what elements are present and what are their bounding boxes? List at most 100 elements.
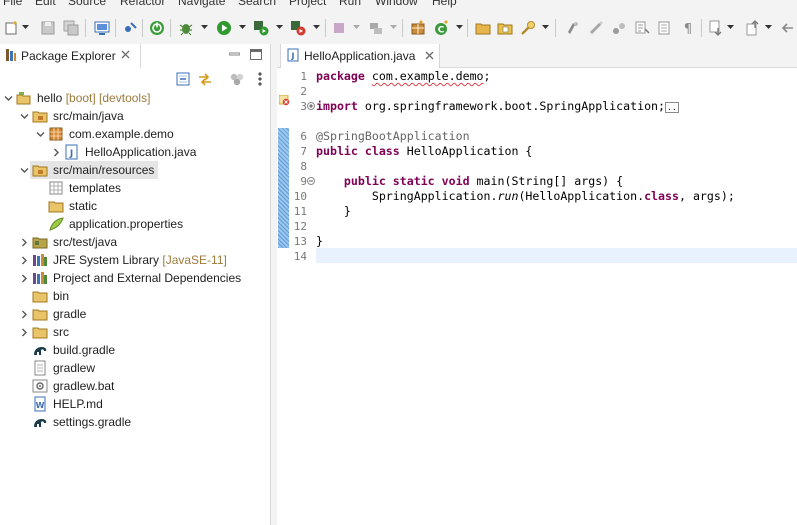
tree-item-jre-system-library[interactable]: JRE System Library [JavaSE-11]: [0, 251, 270, 269]
chevron-down-icon[interactable]: [20, 112, 29, 121]
next-annotation-icon[interactable]: [708, 20, 724, 36]
coverage-dropdown-icon[interactable]: [276, 25, 283, 30]
toggle-breadcrumb-icon[interactable]: [611, 20, 627, 36]
toggle-block-selection-icon[interactable]: [588, 20, 604, 36]
show-whitespace-icon[interactable]: [634, 20, 650, 36]
tree-item-src-main-resources[interactable]: src/main/resources: [0, 161, 270, 179]
code-line-11: }: [316, 204, 351, 218]
menu-refactor[interactable]: Refactor: [120, 0, 165, 8]
minimize-icon[interactable]: [228, 49, 241, 60]
new-class-dropdown-icon[interactable]: [456, 25, 463, 30]
tree-item-src-main-java[interactable]: src/main/java: [0, 107, 270, 125]
chevron-right-icon[interactable]: [20, 274, 29, 283]
external-tools-dropdown-icon[interactable]: [313, 25, 320, 30]
new-java-class-icon[interactable]: C: [434, 20, 450, 36]
coverage-icon[interactable]: [253, 20, 269, 36]
chevron-right-icon[interactable]: [20, 238, 29, 247]
tree-item-gradlew-bat[interactable]: gradlew.bat: [0, 377, 270, 395]
menu-file[interactable]: File: [3, 0, 22, 8]
chevron-right-icon[interactable]: [20, 256, 29, 265]
tree-item-application-properties[interactable]: application.properties: [0, 215, 270, 233]
next-annotation-dropdown-icon[interactable]: [727, 25, 734, 30]
search-dropdown-icon[interactable]: [542, 25, 549, 30]
tree-item-static[interactable]: static: [0, 197, 270, 215]
source-folder-icon: [32, 234, 48, 250]
menu-source[interactable]: Source: [68, 0, 106, 8]
stop-icon[interactable]: [331, 20, 347, 36]
chevron-right-icon[interactable]: [52, 148, 61, 157]
tree-item-com-example-demo[interactable]: com.example.demo: [0, 125, 270, 143]
toggle-mark-occurrences-icon[interactable]: [565, 20, 581, 36]
tree-item-gradlew[interactable]: gradlew: [0, 359, 270, 377]
close-icon[interactable]: [120, 49, 131, 60]
chevron-down-icon[interactable]: [36, 130, 45, 139]
tree-item-settings-gradle[interactable]: settings.gradle: [0, 413, 270, 431]
tree-item-bin[interactable]: bin: [0, 287, 270, 305]
new-icon[interactable]: [4, 20, 20, 36]
relaunch-icon[interactable]: [368, 20, 384, 36]
skip-breakpoints-icon[interactable]: [122, 20, 138, 36]
external-tools-icon[interactable]: [290, 20, 306, 36]
menu-window[interactable]: Window: [375, 0, 418, 8]
menu-edit[interactable]: Edit: [35, 0, 56, 8]
menu-search[interactable]: Search: [238, 0, 276, 8]
tree-item-templates[interactable]: templates: [0, 179, 270, 197]
maximize-icon[interactable]: [250, 49, 262, 60]
relaunch-dropdown-icon[interactable]: [390, 25, 397, 30]
save-all-icon[interactable]: [63, 20, 79, 36]
menu-project[interactable]: Project: [289, 0, 326, 8]
search-icon[interactable]: [520, 20, 536, 36]
collapse-all-icon[interactable]: [175, 71, 191, 87]
tree-item-gradle[interactable]: gradle: [0, 305, 270, 323]
code-area[interactable]: package com.example.demo; import org.spr…: [316, 68, 797, 525]
tree-item-hello[interactable]: hello [boot] [devtools]: [0, 89, 270, 107]
new-java-package-icon[interactable]: [410, 20, 426, 36]
pilcrow-icon[interactable]: ¶: [680, 20, 696, 36]
save-icon[interactable]: [40, 20, 56, 36]
line-number: 11: [293, 205, 307, 218]
back-icon[interactable]: [780, 20, 796, 36]
chevron-down-icon[interactable]: [20, 166, 29, 175]
menu-run[interactable]: Run: [339, 0, 361, 8]
close-icon[interactable]: [424, 50, 435, 61]
block-selection-icon[interactable]: [656, 20, 672, 36]
chevron-right-icon[interactable]: [20, 310, 29, 319]
package-explorer-tab[interactable]: Package Explorer: [0, 44, 141, 68]
view-menu-icon[interactable]: [252, 71, 268, 87]
new-dropdown-icon[interactable]: [22, 25, 29, 30]
tree-item-help-md[interactable]: W HELP.md: [0, 395, 270, 413]
previous-annotation-dropdown-icon[interactable]: [765, 25, 772, 30]
code-line-13: }: [316, 234, 323, 248]
previous-annotation-icon[interactable]: [745, 20, 761, 36]
run-dropdown-icon[interactable]: [239, 25, 246, 30]
tree-item-src[interactable]: src: [0, 323, 270, 341]
folded-imports-box[interactable]: ..: [665, 102, 679, 113]
menu-help[interactable]: Help: [432, 0, 457, 8]
line-number: 13: [293, 235, 307, 248]
folder-icon: [32, 306, 48, 322]
tree-item-helloapplication-java[interactable]: J HelloApplication.java: [0, 143, 270, 161]
run-icon[interactable]: [216, 20, 232, 36]
svg-text:W: W: [36, 401, 45, 410]
debug-icon[interactable]: [178, 20, 194, 36]
fold-expand-icon[interactable]: [307, 102, 315, 110]
editor-tab-helloapplication[interactable]: J HelloApplication.java: [280, 44, 440, 68]
debug-dropdown-icon[interactable]: [201, 25, 208, 30]
chevron-right-icon[interactable]: [20, 328, 29, 337]
open-type-icon[interactable]: [475, 20, 491, 36]
tree-item-src-test-java[interactable]: src/test/java: [0, 233, 270, 251]
link-with-editor-icon[interactable]: [197, 71, 213, 87]
project-icon: [16, 90, 32, 106]
focus-on-active-task-icon[interactable]: [229, 71, 245, 87]
fold-collapse-icon[interactable]: [307, 177, 315, 185]
java-editor: J HelloApplication.java 1 2 3 6 7 8 9 10…: [277, 44, 797, 525]
stop-dropdown-icon[interactable]: [353, 25, 360, 30]
console-icon[interactable]: [94, 20, 110, 36]
open-task-icon[interactable]: [497, 20, 513, 36]
chevron-down-icon[interactable]: [4, 94, 13, 103]
boot-dashboard-icon[interactable]: [149, 20, 165, 36]
tree-label: settings.gradle: [53, 415, 132, 429]
tree-item-project-and-external-dependencies[interactable]: Project and External Dependencies: [0, 269, 270, 287]
menu-navigate[interactable]: Navigate: [178, 0, 225, 8]
tree-item-build-gradle[interactable]: build.gradle: [0, 341, 270, 359]
